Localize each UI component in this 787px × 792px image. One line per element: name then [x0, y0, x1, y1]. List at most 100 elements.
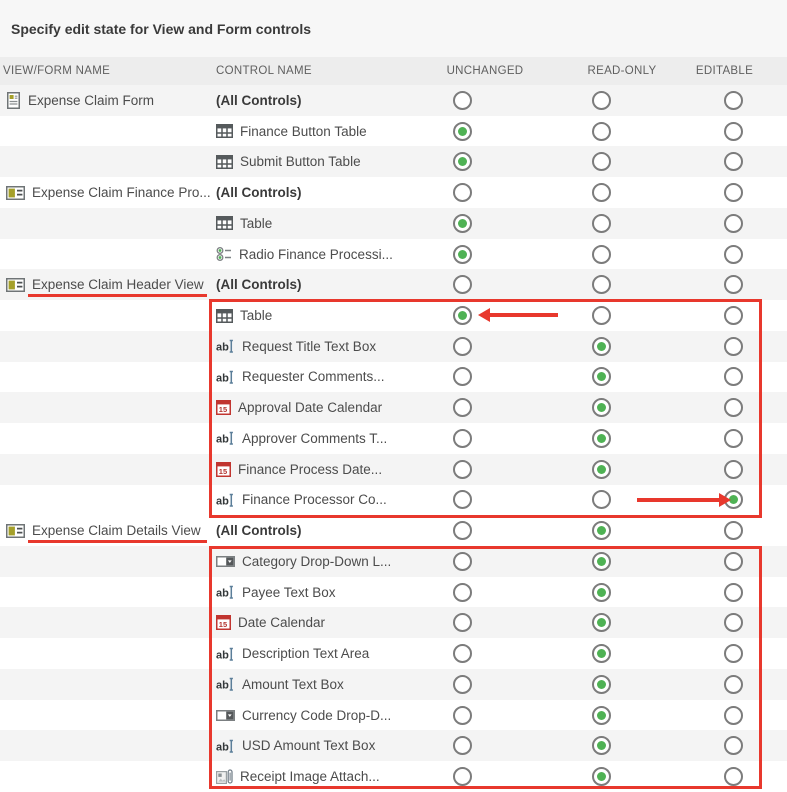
radio-editable[interactable] [724, 460, 743, 479]
radio-unchanged[interactable] [453, 583, 472, 602]
radio-editable[interactable] [724, 521, 743, 540]
radio-cell-readonly [522, 675, 680, 694]
control-name: Table [240, 216, 272, 231]
radio-readonly[interactable] [592, 245, 611, 264]
radio-cell-editable [680, 152, 787, 171]
radio-editable[interactable] [724, 91, 743, 110]
radio-unchanged[interactable] [453, 767, 472, 786]
radio-cell-unchanged [402, 644, 522, 663]
calendar-icon: 15 [216, 615, 231, 630]
radio-list-icon [216, 246, 232, 262]
table-row: ab Description Text Area [0, 638, 787, 669]
radio-editable[interactable] [724, 675, 743, 694]
radio-editable[interactable] [724, 275, 743, 294]
radio-readonly[interactable] [592, 398, 611, 417]
radio-readonly[interactable] [592, 122, 611, 141]
radio-unchanged[interactable] [453, 736, 472, 755]
radio-cell-readonly [522, 552, 680, 571]
svg-text:ab: ab [216, 342, 229, 354]
radio-editable[interactable] [724, 122, 743, 141]
radio-editable[interactable] [724, 183, 743, 202]
radio-cell-unchanged [402, 306, 522, 325]
radio-readonly[interactable] [592, 460, 611, 479]
radio-cell-readonly [522, 214, 680, 233]
table-row: Table [0, 208, 787, 239]
control-name-cell: Finance Button Table [210, 124, 402, 139]
radio-unchanged[interactable] [453, 122, 472, 141]
radio-readonly[interactable] [592, 275, 611, 294]
red-underline [28, 540, 207, 543]
radio-readonly[interactable] [592, 675, 611, 694]
radio-editable[interactable] [724, 429, 743, 448]
dropdown-icon [216, 555, 235, 568]
radio-unchanged[interactable] [453, 613, 472, 632]
radio-readonly[interactable] [592, 736, 611, 755]
radio-readonly[interactable] [592, 337, 611, 356]
radio-readonly[interactable] [592, 706, 611, 725]
control-name-cell: (All Controls) [210, 523, 402, 538]
radio-readonly[interactable] [592, 429, 611, 448]
radio-unchanged[interactable] [453, 337, 472, 356]
radio-readonly[interactable] [592, 552, 611, 571]
radio-editable[interactable] [724, 245, 743, 264]
radio-editable[interactable] [724, 367, 743, 386]
radio-cell-readonly [522, 245, 680, 264]
radio-readonly[interactable] [592, 583, 611, 602]
radio-cell-unchanged [402, 706, 522, 725]
radio-cell-editable [680, 736, 787, 755]
radio-readonly[interactable] [592, 91, 611, 110]
radio-editable[interactable] [724, 306, 743, 325]
radio-readonly[interactable] [592, 183, 611, 202]
radio-readonly[interactable] [592, 214, 611, 233]
radio-editable[interactable] [724, 152, 743, 171]
radio-unchanged[interactable] [453, 706, 472, 725]
radio-unchanged[interactable] [453, 183, 472, 202]
radio-editable[interactable] [724, 214, 743, 233]
view-form-name-cell [0, 546, 210, 577]
radio-unchanged[interactable] [453, 91, 472, 110]
radio-unchanged[interactable] [453, 460, 472, 479]
radio-unchanged[interactable] [453, 552, 472, 571]
radio-unchanged[interactable] [453, 490, 472, 509]
radio-editable[interactable] [724, 337, 743, 356]
textbox-icon: ab [216, 492, 235, 508]
radio-editable[interactable] [724, 644, 743, 663]
radio-editable[interactable] [724, 767, 743, 786]
radio-editable[interactable] [724, 736, 743, 755]
radio-readonly[interactable] [592, 367, 611, 386]
radio-readonly[interactable] [592, 521, 611, 540]
svg-text:ab: ab [216, 741, 229, 753]
table-row: 15Date Calendar [0, 607, 787, 638]
radio-readonly[interactable] [592, 152, 611, 171]
radio-editable[interactable] [724, 706, 743, 725]
radio-unchanged[interactable] [453, 245, 472, 264]
radio-readonly[interactable] [592, 767, 611, 786]
svg-text:ab: ab [216, 649, 229, 661]
radio-unchanged[interactable] [453, 429, 472, 448]
radio-unchanged[interactable] [453, 398, 472, 417]
radio-unchanged[interactable] [453, 214, 472, 233]
radio-cell-readonly [522, 490, 680, 509]
radio-cell-unchanged [402, 521, 522, 540]
all-controls-label: (All Controls) [216, 93, 302, 108]
radio-unchanged[interactable] [453, 367, 472, 386]
table-body: Expense Claim Form(All Controls)Finance … [0, 85, 787, 792]
radio-unchanged[interactable] [453, 675, 472, 694]
radio-editable[interactable] [724, 583, 743, 602]
radio-cell-readonly [522, 122, 680, 141]
radio-editable[interactable] [724, 613, 743, 632]
radio-editable[interactable] [724, 552, 743, 571]
radio-unchanged[interactable] [453, 275, 472, 294]
radio-unchanged[interactable] [453, 644, 472, 663]
radio-readonly[interactable] [592, 644, 611, 663]
radio-readonly[interactable] [592, 490, 611, 509]
radio-unchanged[interactable] [453, 306, 472, 325]
radio-unchanged[interactable] [453, 152, 472, 171]
radio-readonly[interactable] [592, 306, 611, 325]
radio-editable[interactable] [724, 398, 743, 417]
radio-readonly[interactable] [592, 613, 611, 632]
radio-editable[interactable] [724, 490, 743, 509]
control-name: Description Text Area [242, 646, 369, 661]
radio-cell-unchanged [402, 460, 522, 479]
radio-unchanged[interactable] [453, 521, 472, 540]
